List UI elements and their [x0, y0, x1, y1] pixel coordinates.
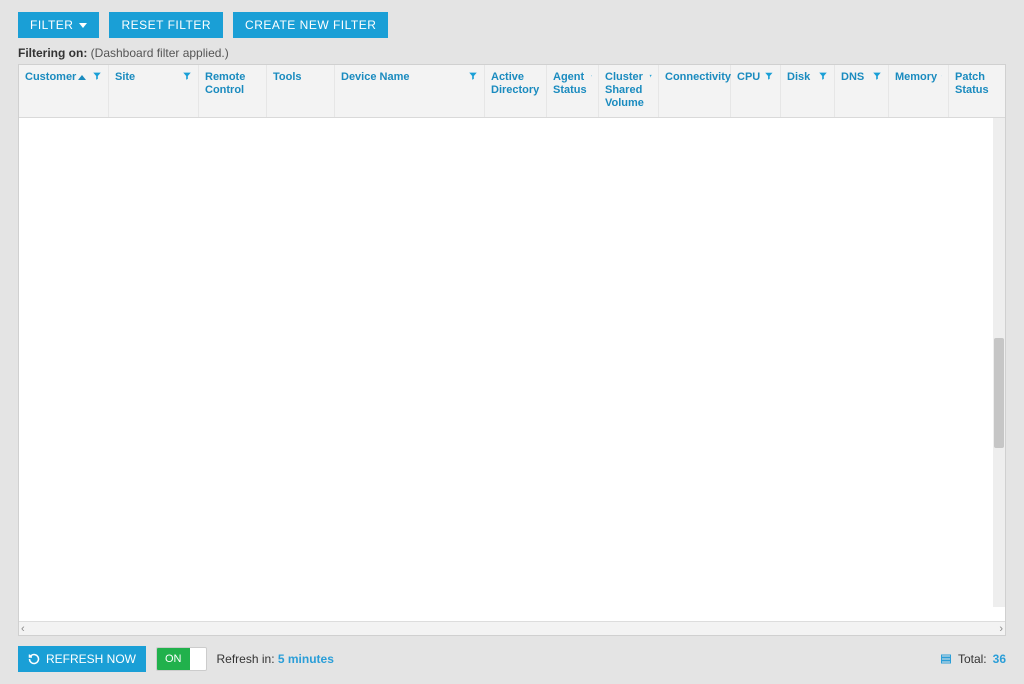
funnel-icon[interactable] — [649, 71, 652, 81]
column-label: Site — [115, 71, 135, 84]
reset-filter-button[interactable]: RESET FILTER — [109, 12, 223, 38]
column-label: Remote Control — [205, 71, 260, 97]
horizontal-scrollbar[interactable]: ‹› — [19, 621, 1005, 635]
column-header-patch[interactable]: Patch Status — [949, 65, 999, 117]
column-label: Device Name — [341, 71, 410, 84]
funnel-icon[interactable] — [468, 71, 478, 81]
column-header-conn[interactable]: Connectivity — [659, 65, 731, 117]
funnel-icon[interactable] — [182, 71, 192, 81]
funnel-icon[interactable] — [941, 71, 942, 81]
column-header-tools[interactable]: Tools — [267, 65, 335, 117]
column-header-disk[interactable]: Disk — [781, 65, 835, 117]
column-header-customer[interactable]: Customer — [19, 65, 109, 117]
refresh-countdown: Refresh in: 5 minutes — [217, 652, 334, 666]
funnel-icon[interactable] — [92, 71, 102, 81]
refresh-now-button[interactable]: REFRESH NOW — [18, 646, 146, 672]
filter-status-line: Filtering on: (Dashboard filter applied.… — [18, 46, 1006, 60]
column-label: Tools — [273, 71, 302, 84]
list-icon — [940, 653, 952, 665]
column-header-devname[interactable]: Device Name — [335, 65, 485, 117]
column-label: CPU — [737, 71, 760, 84]
column-header-cpu[interactable]: CPU — [731, 65, 781, 117]
column-header-memory[interactable]: Memory — [889, 65, 949, 117]
grid-header: Customer Site Remote Control Tools Device Na… — [19, 65, 1005, 118]
filter-button[interactable]: FILTER — [18, 12, 99, 38]
caret-down-icon — [79, 23, 87, 28]
column-label: Memory — [895, 71, 937, 84]
column-header-ad[interactable]: Active Directory — [485, 65, 547, 117]
refresh-icon — [28, 653, 40, 665]
device-grid: Customer Site Remote Control Tools Device Na… — [18, 64, 1006, 636]
column-label: Patch Status — [955, 71, 993, 97]
column-label: DNS — [841, 71, 864, 84]
funnel-icon[interactable] — [818, 71, 828, 81]
column-header-dns[interactable]: DNS — [835, 65, 889, 117]
column-label: Cluster Shared Volume — [605, 71, 645, 111]
column-label: Customer — [25, 71, 86, 84]
total-count: Total: 36 — [940, 652, 1006, 666]
column-label: Connectivity — [665, 71, 731, 84]
column-label: Disk — [787, 71, 810, 84]
grid-body — [19, 118, 1005, 621]
funnel-icon[interactable] — [591, 71, 592, 81]
sort-asc-icon — [78, 75, 86, 80]
create-filter-button[interactable]: CREATE NEW FILTER — [233, 12, 388, 38]
vertical-scrollbar[interactable] — [993, 118, 1005, 607]
column-header-csv[interactable]: Cluster Shared Volume — [599, 65, 659, 117]
column-header-agent[interactable]: Agent Status — [547, 65, 599, 117]
toolbar: FILTER RESET FILTER CREATE NEW FILTER — [18, 12, 1006, 38]
funnel-icon[interactable] — [764, 71, 774, 81]
funnel-icon[interactable] — [872, 71, 882, 81]
column-header-site[interactable]: Site — [109, 65, 199, 117]
auto-refresh-toggle[interactable]: ON — [156, 647, 207, 671]
column-header-rc[interactable]: Remote Control — [199, 65, 267, 117]
footer: REFRESH NOW ON Refresh in: 5 minutes Tot… — [18, 636, 1006, 672]
column-label: Agent Status — [553, 71, 587, 97]
column-label: Active Directory — [491, 71, 539, 97]
